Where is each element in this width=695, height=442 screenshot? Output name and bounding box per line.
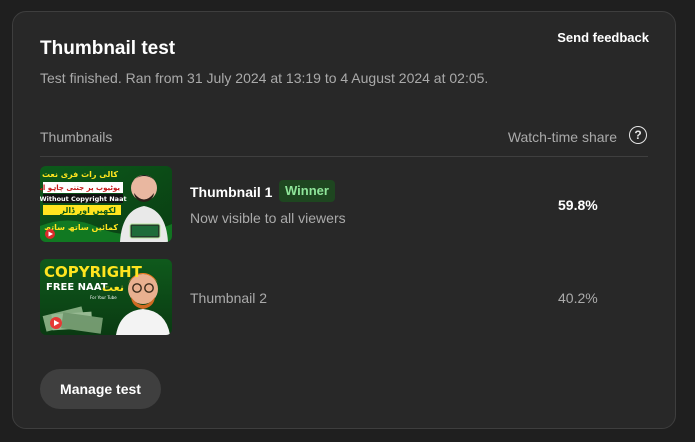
thumbnail-1-image: کالی رات فری نعت رسول ﷺ یوٹیوب پر جتنی چ… <box>40 166 172 242</box>
thumbnail-test-card: Thumbnail test Send feedback Test finish… <box>12 11 676 429</box>
thumbnail-row: COPYRIGHT FREE NAAT نعت For Your Tube Th… <box>40 259 648 335</box>
thumbnail-1-name: Thumbnail 1 <box>190 184 273 200</box>
thumb2-line4: For Your Tube <box>90 295 117 300</box>
thumb2-line2: FREE NAAT <box>46 282 108 293</box>
thumbnail-row: کالی رات فری نعت رسول ﷺ یوٹیوب پر جتنی چ… <box>40 166 648 242</box>
header-divider <box>40 156 648 157</box>
thumbnail-1-share: 59.8% <box>558 197 598 213</box>
manage-test-button[interactable]: Manage test <box>40 369 161 409</box>
winner-badge: Winner <box>279 180 335 202</box>
thumbnail-2-name: Thumbnail 2 <box>190 290 268 306</box>
card-title: Thumbnail test <box>40 38 176 59</box>
thumb1-line2: یوٹیوب پر جتنی چاہو اپلوڈ کرو <box>40 184 120 192</box>
thumbnail-2-share: 40.2% <box>558 290 598 306</box>
thumbnail-2-image: COPYRIGHT FREE NAAT نعت For Your Tube <box>40 259 172 335</box>
thumb1-line3: Without Copyright Naat <box>40 195 127 203</box>
thumb1-line5: کمائیں ساتھ ساتھ <box>44 223 118 232</box>
thumbnail-2-graphic: COPYRIGHT FREE NAAT نعت For Your Tube <box>40 259 172 335</box>
test-status-text: Test finished. Ran from 31 July 2024 at … <box>40 70 489 86</box>
thumb2-line1: COPYRIGHT <box>44 263 143 281</box>
thumb1-line1: کالی رات فری نعت رسول ﷺ <box>40 168 118 179</box>
send-feedback-link[interactable]: Send feedback <box>557 30 649 45</box>
thumbnail-1-graphic: کالی رات فری نعت رسول ﷺ یوٹیوب پر جتنی چ… <box>40 166 172 242</box>
thumb1-line4: لکھیں اور ڈالر <box>59 206 116 215</box>
help-icon[interactable]: ? <box>629 126 647 144</box>
watch-time-share-header: Watch-time share <box>507 129 617 145</box>
thumbnail-1-status: Now visible to all viewers <box>190 210 346 226</box>
thumbnails-column-header: Thumbnails <box>40 129 113 145</box>
thumb2-line3: نعت <box>102 281 124 294</box>
